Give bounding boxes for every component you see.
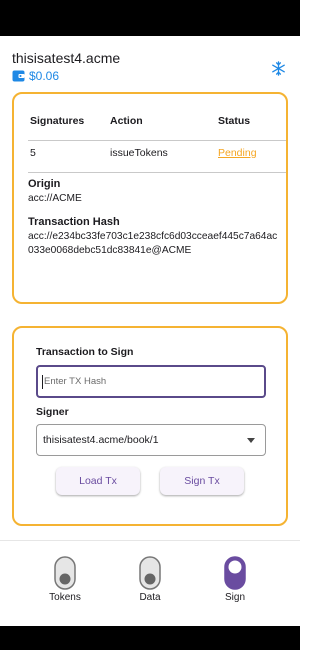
- wallet-icon: [12, 70, 25, 82]
- hash-label: Transaction Hash: [28, 216, 120, 228]
- hash-value: acc://e234bc33fe703c1e238cfc6d03cceaef44…: [28, 231, 278, 256]
- origin-label: Origin: [28, 178, 61, 190]
- balance-amount: $0.06: [29, 69, 60, 83]
- origin-section: Origin acc://ACME: [28, 178, 278, 206]
- snowflake-icon[interactable]: [271, 61, 286, 76]
- signer-label: Signer: [36, 406, 69, 418]
- nav-sign[interactable]: Sign: [210, 556, 260, 606]
- status-bar: [0, 0, 300, 36]
- dropdown-arrow-icon: [247, 437, 255, 443]
- nav-data-label: Data: [139, 592, 161, 603]
- signatures-count: 5: [30, 147, 36, 159]
- sign-card: Transaction to Sign Signer thisisatest4.…: [12, 326, 288, 526]
- status-link[interactable]: Pending: [218, 147, 257, 159]
- text-caret: [42, 374, 43, 389]
- nav-data[interactable]: Data: [125, 556, 175, 606]
- load-tx-button[interactable]: Load Tx: [56, 467, 140, 495]
- home-indicator-bar: [0, 626, 300, 650]
- origin-value: acc://ACME: [28, 193, 82, 204]
- signer-select[interactable]: thisisatest4.acme/book/1: [36, 424, 266, 456]
- action-value: issueTokens: [110, 147, 168, 159]
- table-row: 5 issueTokens Pending: [28, 147, 286, 173]
- nav-tokens-label: Tokens: [49, 592, 81, 603]
- transaction-card: Signatures Action Status 5 issueTokens P…: [12, 92, 288, 304]
- nav-sign-label: Sign: [224, 592, 245, 603]
- tx-hash-label: Transaction to Sign: [36, 346, 134, 358]
- nav-tokens[interactable]: Tokens: [40, 556, 90, 606]
- table-header: Signatures Action Status: [28, 115, 286, 141]
- header-action: Action: [110, 115, 143, 127]
- account-name: thisisatest4.acme: [12, 50, 121, 66]
- header-signatures: Signatures: [30, 115, 85, 127]
- tx-hash-input[interactable]: [44, 376, 244, 387]
- sign-tx-button[interactable]: Sign Tx: [160, 467, 244, 495]
- account-header: thisisatest4.acme $0.06: [12, 50, 120, 83]
- hash-section: Transaction Hash acc://e234bc33fe703c1e2…: [28, 216, 280, 258]
- toggle-off-icon: [54, 556, 76, 590]
- toggle-on-icon: [224, 556, 246, 590]
- tx-hash-field[interactable]: [36, 365, 266, 398]
- header-status: Status: [218, 115, 251, 127]
- signer-value: thisisatest4.acme/book/1: [43, 434, 159, 446]
- nav-divider: [0, 540, 300, 541]
- toggle-off-icon: [139, 556, 161, 590]
- balance-row: $0.06: [12, 69, 120, 83]
- transaction-table: Signatures Action Status 5 issueTokens P…: [28, 115, 286, 173]
